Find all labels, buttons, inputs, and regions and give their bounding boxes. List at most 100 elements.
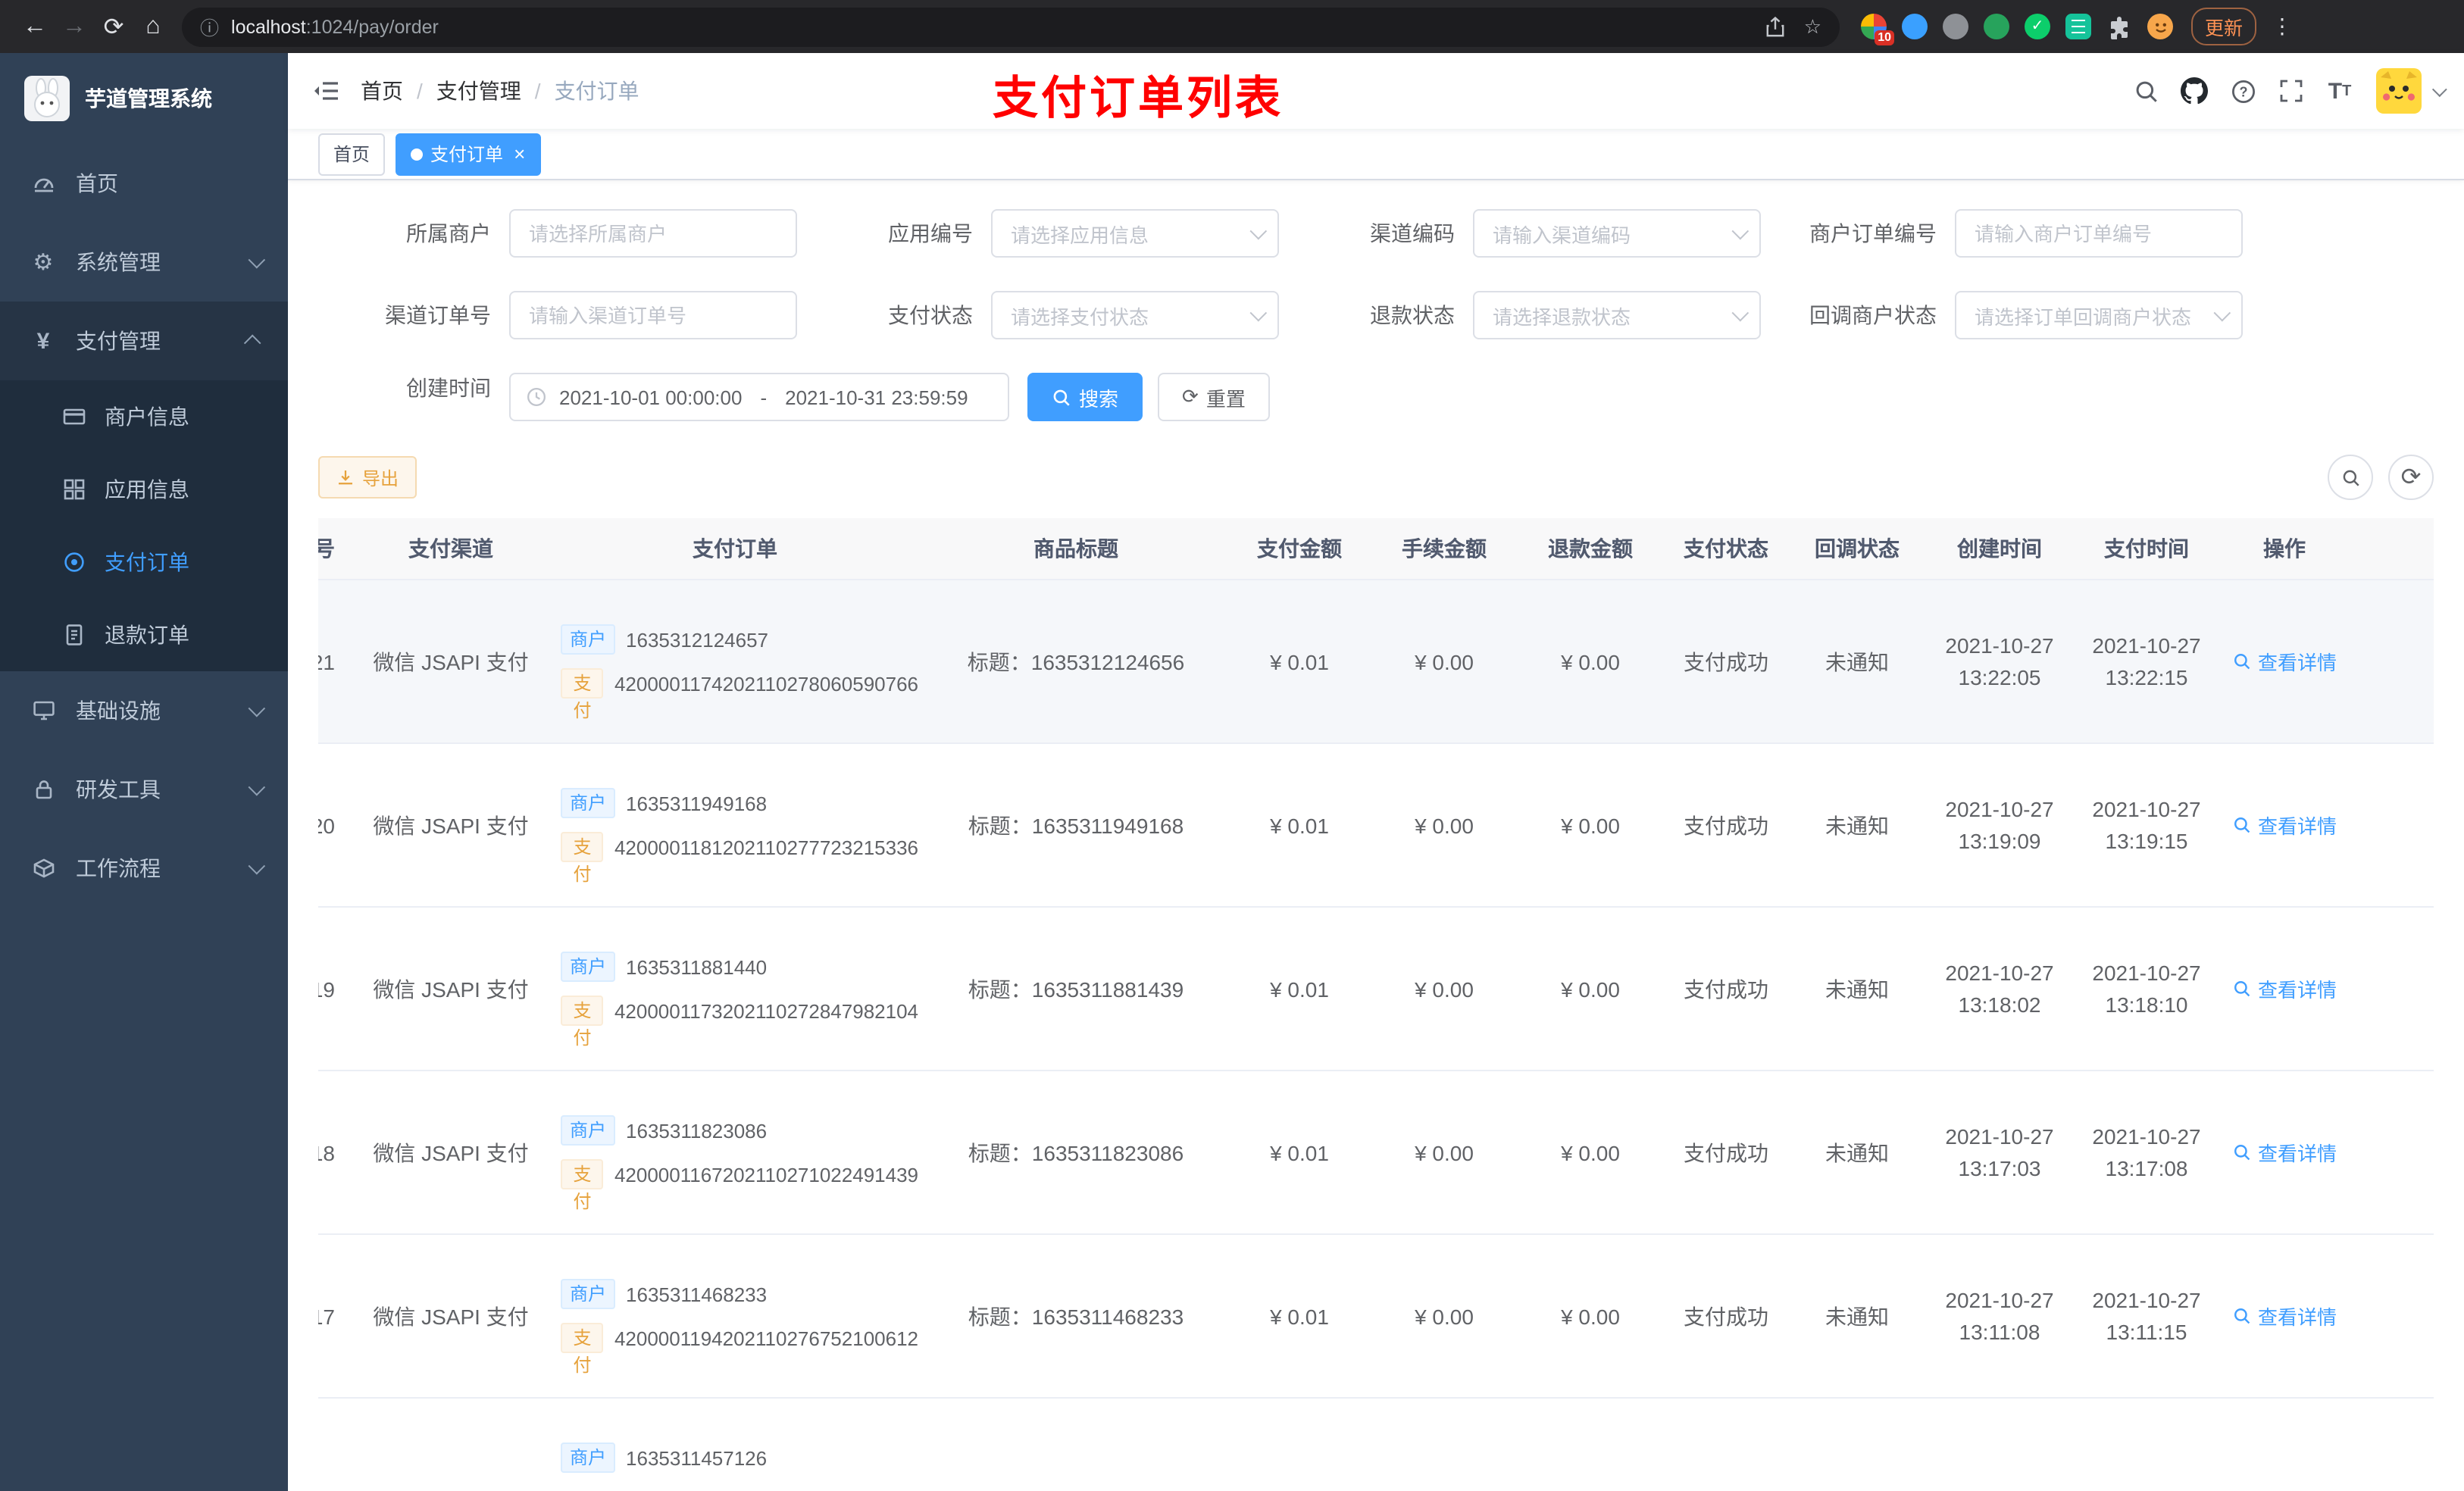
extension-notes-icon[interactable] (2065, 14, 2091, 39)
channel-order-no-input[interactable] (509, 291, 797, 339)
tab-pay-order[interactable]: 支付订单 × (396, 133, 541, 175)
home-icon[interactable]: ⌂ (133, 13, 173, 40)
search-icon (2234, 654, 2250, 670)
user-menu[interactable] (2376, 68, 2447, 114)
chevron-down-icon (1249, 222, 1268, 240)
reload-icon[interactable]: ⟳ (94, 11, 133, 42)
extension-blue-icon[interactable] (1902, 14, 1928, 39)
bookmark-star-icon[interactable]: ☆ (1804, 14, 1821, 39)
close-icon[interactable]: × (514, 144, 525, 164)
channel-code-select[interactable]: 请输入渠道编码 (1473, 209, 1761, 258)
sidebar: 芋道管理系统 首页 ⚙ 系统管理 ¥ 支付管理 商户信息 应用信息 支付订单 退… (0, 53, 288, 1491)
back-icon[interactable]: ← (15, 13, 55, 40)
cell-filler (2349, 1071, 2434, 1233)
merchant-order-no-input[interactable] (1955, 209, 2243, 258)
notify-status-select[interactable]: 请选择订单回调商户状态 (1955, 291, 2243, 339)
puzzle-icon[interactable] (2106, 14, 2132, 39)
merchant-order-no: 1635312124657 (626, 628, 769, 651)
create-time-range-picker[interactable]: 2021-10-01 00:00:00 - 2021-10-31 23:59:5… (509, 373, 1009, 421)
cell-order-id (318, 1399, 356, 1491)
sidebar-item-home[interactable]: 首页 (0, 144, 288, 223)
sidebar-item-refund-order[interactable]: 退款订单 (0, 599, 288, 671)
column-header: 创建时间 (1957, 536, 2042, 561)
refresh-table-button[interactable]: ⟳ (2388, 455, 2434, 500)
tab-home[interactable]: 首页 (318, 133, 386, 175)
view-detail-link[interactable]: 查看详情 (2232, 1138, 2337, 1167)
search-icon[interactable] (2122, 78, 2170, 104)
view-detail-link[interactable]: 查看详情 (2232, 974, 2337, 1003)
sidebar-item-pay-order[interactable]: 支付订单 (0, 526, 288, 599)
view-detail-link[interactable]: 查看详情 (2232, 647, 2337, 676)
browser-menu-icon[interactable]: ⋮ (2272, 14, 2293, 39)
column-header: 支付订单 (693, 536, 777, 561)
forward-icon[interactable]: → (55, 13, 94, 40)
cell-create-time (1926, 1399, 2073, 1491)
view-detail-link[interactable]: 查看详情 (2232, 811, 2337, 839)
cell-action: 查看详情 (2220, 580, 2349, 742)
column-header-filler (2349, 518, 2434, 579)
extension-check-icon[interactable]: ✓ (2025, 14, 2050, 39)
breadcrumb-home[interactable]: 首页 (361, 76, 403, 106)
active-dot (411, 148, 424, 160)
pay-status-select[interactable]: 请选择支付状态 (991, 291, 1279, 339)
toggle-search-button[interactable] (2328, 455, 2373, 500)
site-info-icon[interactable]: ⓘ (200, 12, 219, 41)
cell-fee-amount (1371, 1399, 1517, 1491)
sidebar-item-infra[interactable]: 基础设施 (0, 671, 288, 750)
table-row: 18 微信 JSAPI 支付 商户 1635311823086 支付 4200001167… (318, 1071, 2434, 1235)
pay-tag: 支付 (561, 832, 604, 885)
channel-order-no: 4200001194202110276752100612 (614, 1327, 918, 1349)
refresh-icon: ⟳ (1182, 385, 1199, 408)
export-button[interactable]: 导出 (318, 456, 417, 499)
font-size-icon[interactable]: TT (2315, 78, 2364, 104)
merchant-order-no: 1635311457126 (626, 1446, 768, 1469)
extension-pie-icon[interactable]: 10 (1861, 14, 1894, 45)
merchant-select-input[interactable] (509, 209, 797, 258)
pay-tag: 支付 (561, 1323, 604, 1376)
help-icon[interactable]: ? (2219, 78, 2267, 104)
cell-pay-status: 支付成功 (1684, 1304, 1768, 1328)
share-icon[interactable] (1766, 16, 1786, 37)
chevron-down-icon (248, 857, 266, 875)
sidebar-item-app-info[interactable]: 应用信息 (0, 453, 288, 526)
address-bar[interactable]: ⓘ localhost:1024/pay/order ☆ (182, 7, 1840, 46)
hamburger-icon[interactable] (288, 79, 361, 103)
view-detail-link[interactable]: 查看详情 (2232, 1302, 2337, 1330)
sidebar-item-merchant-info[interactable]: 商户信息 (0, 380, 288, 453)
cell-fee-amount: ¥ 0.00 (1415, 813, 1474, 837)
sidebar-item-workflow[interactable]: 工作流程 (0, 829, 288, 908)
avatar[interactable] (2376, 68, 2422, 114)
search-icon (2234, 981, 2250, 997)
sidebar-item-label: 系统管理 (76, 250, 161, 274)
search-button[interactable]: 搜索 (1027, 373, 1143, 421)
cell-create-time: 2021-10-27 13:22:05 (1945, 633, 2054, 689)
sidebar-item-devtools[interactable]: 研发工具 (0, 750, 288, 829)
app-id-select[interactable]: 请选择应用信息 (991, 209, 1279, 258)
channel-order-no: 4200001173202110272847982104 (614, 999, 918, 1022)
cell-refund-amount: ¥ 0.00 (1561, 813, 1620, 837)
filter-label: 退款状态 (1370, 303, 1455, 327)
profile-avatar-icon[interactable] (2147, 14, 2173, 39)
merchant-order-line: 商户 1635311823086 (561, 1115, 767, 1146)
extension-gray-icon[interactable] (1943, 14, 1968, 39)
download-icon (339, 470, 352, 485)
extension-green-icon[interactable] (1984, 14, 2009, 39)
fullscreen-icon[interactable] (2267, 79, 2315, 103)
reset-button[interactable]: ⟳ 重置 (1158, 373, 1270, 421)
github-icon[interactable] (2170, 77, 2219, 105)
cell-pay-amount: ¥ 0.01 (1270, 813, 1329, 837)
sidebar-item-system[interactable]: ⚙ 系统管理 (0, 223, 288, 302)
cell-pay-order: 商户 1635312124657 支付 42000011742021102780605… (546, 580, 924, 742)
pay-tag: 支付 (561, 1159, 604, 1212)
sidebar-item-payment[interactable]: ¥ 支付管理 (0, 302, 288, 380)
channel-order-no: 4200001174202110278060590766 (614, 672, 918, 695)
breadcrumb-pay-manage[interactable]: 支付管理 (436, 76, 521, 106)
main-content: 所属商户 应用编号 请选择应用信息 渠道编码 请输入渠道编码 商户订单编号 (288, 182, 2464, 1491)
cell-notify-status (1788, 1399, 1926, 1491)
cell-pay-channel: 微信 JSAPI 支付 (373, 1304, 529, 1328)
refund-status-select[interactable]: 请选择退款状态 (1473, 291, 1761, 339)
browser-update-button[interactable]: 更新 (2191, 8, 2257, 45)
channel-order-line: 支付 4200001167202110271022491439 (561, 1159, 918, 1212)
search-icon (2234, 817, 2250, 833)
sidebar-item-label: 工作流程 (76, 856, 161, 880)
